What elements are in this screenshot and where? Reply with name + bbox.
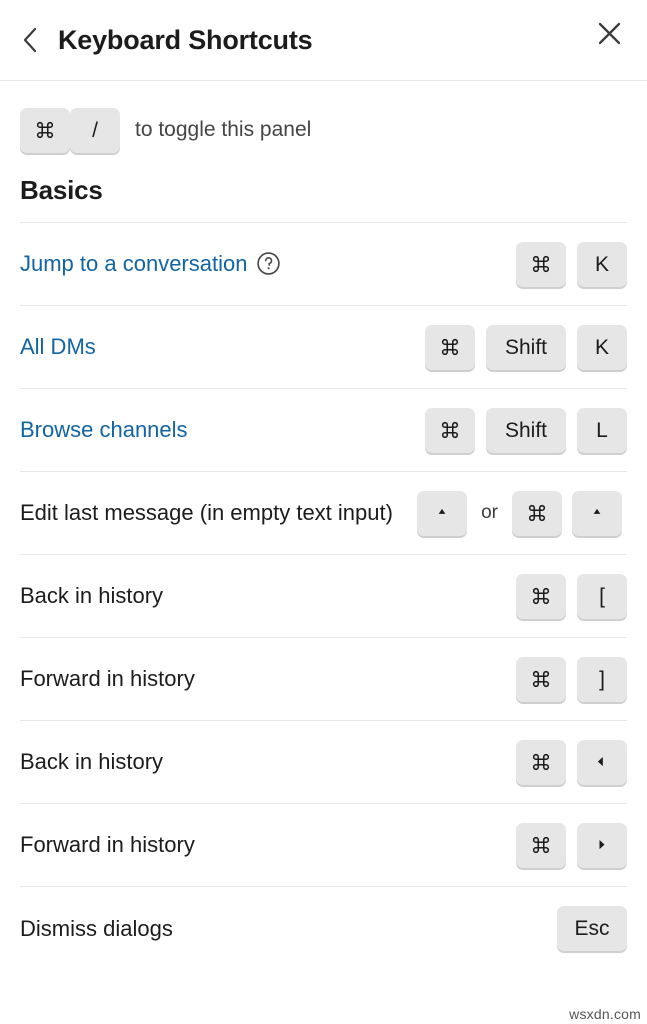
shortcut-label[interactable]: Jump to a conversation bbox=[20, 248, 281, 279]
key-cap: Esc bbox=[557, 906, 627, 951]
chevron-left-icon bbox=[20, 24, 40, 56]
shortcut-label-text: Back in history bbox=[20, 583, 164, 609]
shortcut-row: Forward in history bbox=[20, 804, 627, 887]
shortcut-label-text: Dismiss dialogs bbox=[20, 915, 173, 941]
shortcut-row: Back in history bbox=[20, 721, 627, 804]
shortcut-label: Dismiss dialogs bbox=[20, 913, 173, 944]
command-icon bbox=[439, 336, 461, 358]
shortcut-row: Back in history [ bbox=[20, 555, 627, 638]
section-basics: Basics Jump to a conversation K All DMs Shi… bbox=[0, 153, 647, 970]
key-cap bbox=[516, 656, 566, 702]
shortcut-row: Browse channels Shift L bbox=[20, 389, 627, 472]
shortcut-label-text: Forward in history bbox=[20, 832, 195, 858]
page-title: Keyboard Shortcuts bbox=[58, 24, 313, 55]
keyboard-shortcuts-panel: Keyboard Shortcuts / to toggle this pane… bbox=[0, 0, 647, 1024]
shortcut-row: Jump to a conversation K bbox=[20, 223, 627, 306]
shortcut-keys: Esc bbox=[557, 906, 627, 951]
shortcut-label: Back in history bbox=[20, 580, 163, 611]
shortcut-row: All DMs Shift K bbox=[20, 306, 627, 389]
key-cap bbox=[516, 822, 566, 868]
shortcut-keys: Shift L bbox=[425, 407, 627, 453]
command-icon bbox=[530, 751, 552, 773]
command-icon bbox=[34, 119, 56, 141]
shortcut-keys: or bbox=[412, 490, 627, 536]
shortcut-label: Edit last message (in empty text input) bbox=[20, 497, 393, 528]
toggle-panel-hint: / to toggle this panel bbox=[0, 81, 647, 153]
key-command bbox=[20, 107, 70, 153]
command-icon bbox=[439, 419, 461, 441]
shortcut-label-text: All DMs bbox=[20, 334, 96, 360]
shortcut-keys: [ bbox=[516, 573, 627, 619]
arrow-right-icon bbox=[592, 835, 612, 855]
shortcut-label[interactable]: All DMs bbox=[20, 331, 96, 362]
key-cap: ] bbox=[577, 656, 627, 702]
command-icon bbox=[530, 668, 552, 690]
shortcut-label: Forward in history bbox=[20, 829, 195, 860]
key-cap bbox=[425, 324, 475, 370]
key-cap bbox=[577, 822, 627, 868]
key-cap bbox=[417, 490, 468, 536]
shortcut-label: Forward in history bbox=[20, 663, 195, 694]
shortcut-keys: Shift K bbox=[425, 324, 627, 370]
shortcut-label: Back in history bbox=[20, 746, 163, 777]
command-icon bbox=[530, 253, 552, 275]
shortcut-row: Dismiss dialogs Esc bbox=[20, 887, 627, 970]
key-cap: L bbox=[577, 407, 627, 453]
key-cap bbox=[516, 573, 566, 619]
key-cap: Shift bbox=[486, 407, 566, 453]
shortcut-row: Edit last message (in empty text input) o… bbox=[20, 472, 627, 555]
key-separator: or bbox=[481, 502, 498, 523]
arrow-left-icon bbox=[592, 752, 612, 772]
close-button[interactable] bbox=[589, 13, 629, 53]
key-cap bbox=[516, 241, 566, 287]
key-cap: Shift bbox=[486, 324, 566, 370]
key-cap bbox=[512, 490, 562, 536]
key-cap: K bbox=[577, 241, 627, 287]
key-cap: [ bbox=[577, 573, 627, 619]
watermark: wsxdn.com bbox=[569, 1006, 641, 1022]
shortcut-list: Jump to a conversation K All DMs Shift K Brow… bbox=[20, 222, 627, 970]
key-cap bbox=[425, 407, 475, 453]
shortcut-keys bbox=[516, 822, 627, 868]
help-icon[interactable] bbox=[256, 251, 281, 276]
shortcut-keys: K bbox=[516, 241, 627, 287]
arrow-up-icon bbox=[587, 503, 607, 523]
command-icon bbox=[530, 585, 552, 607]
shortcut-label-text: Browse channels bbox=[20, 417, 188, 443]
key-slash: / bbox=[70, 107, 120, 153]
toggle-hint-text: to toggle this panel bbox=[135, 118, 312, 141]
arrow-up-icon bbox=[432, 503, 452, 523]
shortcut-label-text: Back in history bbox=[20, 749, 164, 775]
close-icon bbox=[596, 20, 623, 47]
key-cap: K bbox=[577, 324, 627, 370]
back-button[interactable] bbox=[20, 20, 50, 60]
key-cap bbox=[572, 490, 622, 536]
shortcut-label-text: Edit last message (in empty text input) bbox=[20, 500, 393, 526]
section-title: Basics bbox=[20, 175, 103, 205]
shortcut-label-text: Forward in history bbox=[20, 666, 195, 692]
key-cap bbox=[577, 739, 627, 785]
panel-header: Keyboard Shortcuts bbox=[0, 0, 647, 81]
shortcut-row: Forward in history] bbox=[20, 638, 627, 721]
shortcut-keys bbox=[516, 739, 627, 785]
shortcut-label-text: Jump to a conversation bbox=[20, 251, 248, 277]
command-icon bbox=[526, 502, 548, 524]
shortcut-label[interactable]: Browse channels bbox=[20, 414, 188, 445]
key-cap bbox=[516, 739, 566, 785]
command-icon bbox=[530, 834, 552, 856]
shortcut-keys: ] bbox=[516, 656, 627, 702]
